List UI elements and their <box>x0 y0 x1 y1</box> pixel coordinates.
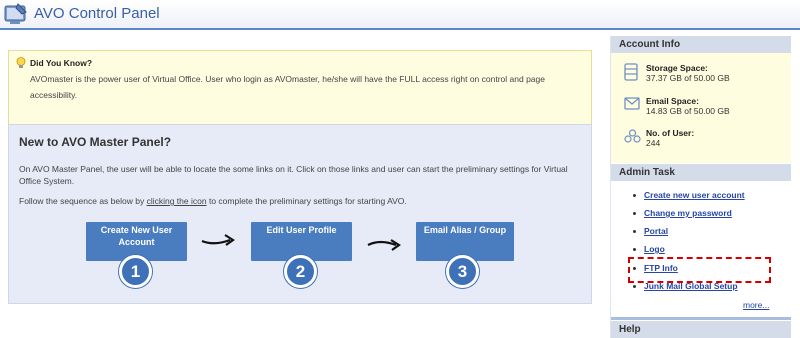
email-space-label: Email Space: <box>646 96 699 106</box>
main-content: Did You Know? AVOmaster is the power use… <box>0 30 608 338</box>
sequence-text-before: Follow the sequence as below by <box>19 196 147 206</box>
admin-link-portal[interactable]: Portal <box>633 226 668 236</box>
admin-link-label[interactable]: Portal <box>644 226 668 236</box>
step-3-label: Email Alias / Group <box>423 225 507 235</box>
admin-link-label[interactable]: Create new user account <box>644 190 745 200</box>
email-icon <box>624 97 640 115</box>
tip-body: AVOmaster is the power user of Virtual O… <box>30 74 545 100</box>
app-title: AVO Control Panel <box>34 5 160 22</box>
sequence-text-after: to complete the preliminary settings for… <box>206 196 407 206</box>
admin-link-label[interactable]: Logo <box>644 244 665 254</box>
admin-link-change-password[interactable]: Change my password <box>633 208 732 218</box>
bullet <box>633 194 636 198</box>
tip-title: Did You Know? <box>30 58 93 68</box>
users-label: No. of User: <box>646 128 695 138</box>
header-bar: AVO Control Panel <box>0 0 800 30</box>
panel-title: New to AVO Master Panel? <box>19 135 172 149</box>
admin-link-logo[interactable]: Logo <box>633 244 665 254</box>
arrow-right-icon <box>367 239 401 251</box>
clicking-the-icon-link[interactable]: clicking the icon <box>147 196 207 206</box>
users-value: 244 <box>646 138 661 148</box>
step-2-number[interactable]: 2 <box>284 255 317 288</box>
admin-link-create-user[interactable]: Create new user account <box>633 190 745 200</box>
step-3-number[interactable]: 3 <box>446 255 479 288</box>
help-heading: Help <box>611 321 791 338</box>
storage-space-label: Storage Space: <box>646 63 708 73</box>
panel-intro-text: On AVO Master Panel, the user will be ab… <box>19 164 568 186</box>
storage-icon <box>624 63 638 86</box>
did-you-know-box: Did You Know? AVOmaster is the power use… <box>8 50 592 131</box>
bullet <box>633 248 636 252</box>
control-panel-icon <box>4 3 28 25</box>
bullet <box>633 285 636 289</box>
sidebar: Account Info Storage Space: 37.37 GB of … <box>610 36 791 338</box>
arrow-right-icon <box>201 234 235 246</box>
bullet <box>633 212 636 216</box>
step-1-label: Create New User Account <box>100 225 173 247</box>
storage-space-value: 37.37 GB of 50.00 GB <box>646 73 730 83</box>
more-link[interactable]: more... <box>743 300 769 310</box>
admin-link-label[interactable]: Change my password <box>644 208 732 218</box>
email-space-value: 14.83 GB of 50.00 GB <box>646 106 730 116</box>
sidebar-divider <box>611 317 791 320</box>
account-info-heading: Account Info <box>611 36 791 53</box>
account-info-box: Storage Space: 37.37 GB of 50.00 GB Emai… <box>611 53 791 163</box>
step-1-number[interactable]: 1 <box>119 255 152 288</box>
lightbulb-icon <box>16 56 26 74</box>
bullet <box>633 230 636 234</box>
ftp-info-highlight-box <box>628 257 771 283</box>
step-2-label: Edit User Profile <box>266 225 337 235</box>
admin-task-heading: Admin Task <box>611 164 791 181</box>
panel-sequence-text: Follow the sequence as below by clicking… <box>19 196 579 206</box>
users-icon <box>624 129 641 150</box>
